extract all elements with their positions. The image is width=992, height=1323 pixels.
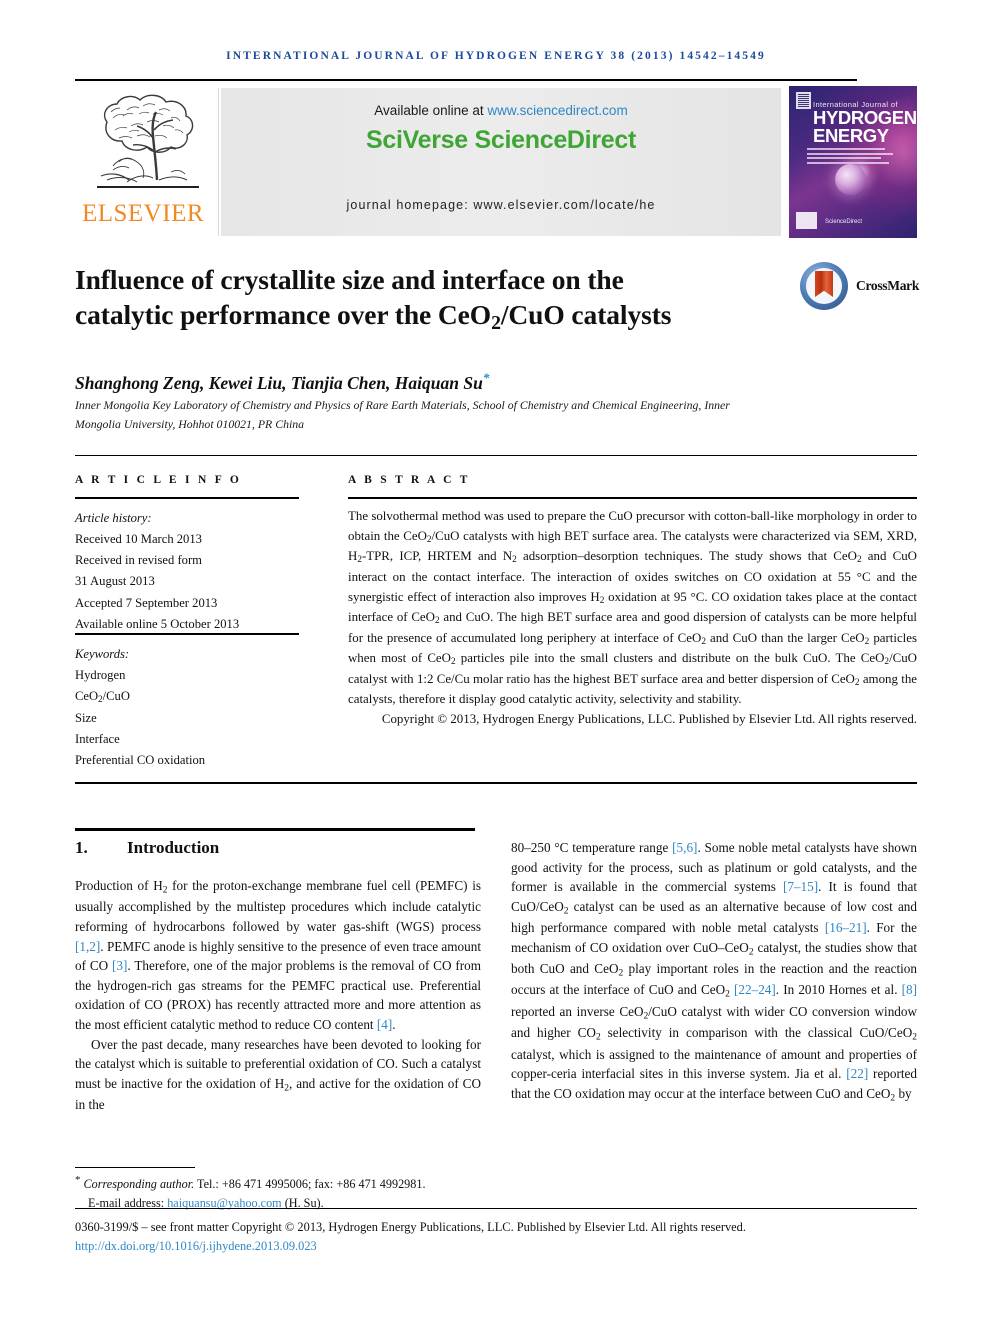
citation-link[interactable]: [1,2] xyxy=(75,939,100,954)
available-online-label: Available online at xyxy=(374,103,488,118)
elsevier-logo: ELSEVIER xyxy=(75,88,219,236)
footnote-divider xyxy=(75,1167,195,1168)
sciencedirect-banner: ELSEVIER Available online at www.science… xyxy=(75,86,917,238)
abstract-block: The solvothermal method was used to prep… xyxy=(348,507,917,730)
divider-under-abstract-head xyxy=(348,497,917,499)
corresponding-author-line: * Corresponding author. Tel.: +86 471 49… xyxy=(75,1172,555,1194)
available-online-line: Available online at www.sciencedirect.co… xyxy=(221,103,781,118)
title-subscript: 2 xyxy=(491,311,501,334)
author-list: Shanghong Zeng, Kewei Liu, Tianjia Chen,… xyxy=(75,370,835,394)
elsevier-wordmark: ELSEVIER xyxy=(81,200,205,227)
keyword-item: Preferential CO oxidation xyxy=(75,753,206,768)
divider-under-article-info xyxy=(75,497,299,499)
sciencedirect-word: ScienceDirect xyxy=(474,126,637,154)
abstract-text: The solvothermal method was used to prep… xyxy=(348,509,917,707)
body-column-right: 80–250 °C temperature range [5,6]. Some … xyxy=(511,838,917,1105)
keywords-label: Keywords: xyxy=(75,647,130,661)
divider-above-info xyxy=(75,455,917,456)
email-line: E-mail address: haiquansu@yahoo.com (H. … xyxy=(75,1194,555,1213)
history-item: Accepted 7 September 2013 xyxy=(75,595,218,610)
citation-link[interactable]: [3] xyxy=(112,958,127,973)
elsevier-tree-icon xyxy=(83,92,211,196)
paper-title-text: Influence of crystallite size and interf… xyxy=(75,262,775,336)
affiliation-text: Inner Mongolia Key Laboratory of Chemist… xyxy=(75,398,730,432)
citation-link[interactable]: [22] xyxy=(846,1066,868,1081)
cover-editors-lines xyxy=(807,148,911,166)
corresponding-author-label: Corresponding author. xyxy=(83,1177,195,1192)
title-line-2-post: /CuO catalysts xyxy=(500,299,672,331)
keyword-item: Size xyxy=(75,710,97,725)
history-item: Available online 5 October 2013 xyxy=(75,616,240,631)
footer-block: 0360-3199/$ – see front matter Copyright… xyxy=(75,1218,917,1255)
footer-divider xyxy=(75,1208,917,1209)
corresponding-author-note: * Corresponding author. Tel.: +86 471 49… xyxy=(75,1172,555,1213)
citation-link[interactable]: [16–21] xyxy=(825,920,867,935)
sciverse-word: SciVerse xyxy=(366,126,475,154)
running-head: International Journal of Hydrogen Energy… xyxy=(75,50,917,62)
issn-copyright-line: 0360-3199/$ – see front matter Copyright… xyxy=(75,1220,746,1234)
sciverse-sciencedirect-logo: SciVerse ScienceDirect xyxy=(221,126,781,155)
citation-link[interactable]: [8] xyxy=(902,982,917,997)
journal-homepage-line[interactable]: journal homepage: www.elsevier.com/locat… xyxy=(221,198,781,212)
keyword-item: CeO2/CuO xyxy=(75,689,130,705)
cover-orb-decoration xyxy=(835,164,866,195)
footnote-marker: * xyxy=(75,1174,81,1186)
paper-page: International Journal of Hydrogen Energy… xyxy=(0,0,992,1323)
abstract-heading: A B S T R A C T xyxy=(348,474,471,486)
corresponding-author-marker: * xyxy=(482,370,490,385)
divider-below-abstract xyxy=(75,782,917,784)
history-item: Received 10 March 2013 xyxy=(75,532,202,547)
crossmark-label: CrossMark xyxy=(856,278,920,293)
page-title: Influence of crystallite size and interf… xyxy=(75,262,775,336)
intro-paragraph-1: Production of H2 for the proton-exchange… xyxy=(75,878,481,1032)
corresponding-author-contact: Tel.: +86 471 4995006; fax: +86 471 4992… xyxy=(194,1177,426,1192)
intro-paragraph-2: Over the past decade, many researches ha… xyxy=(75,1036,481,1113)
citation-link[interactable]: [4] xyxy=(377,1017,392,1032)
introduction-number: 1. xyxy=(75,838,88,857)
journal-cover-image: International Journal of HYDROGEN ENERGY… xyxy=(789,86,917,238)
header-rule xyxy=(75,79,857,81)
introduction-title: Introduction xyxy=(127,838,220,857)
intro-paragraph-3: 80–250 °C temperature range [5,6]. Some … xyxy=(511,840,918,1103)
crossmark-icon xyxy=(800,262,848,310)
doi-link[interactable]: http://dx.doi.org/10.1016/j.ijhydene.201… xyxy=(75,1237,917,1256)
body-column-left: Production of H2 for the proton-exchange… xyxy=(75,876,481,1115)
article-history-block: Article history: Received 10 March 2013 … xyxy=(75,508,305,635)
citation-link[interactable]: [5,6] xyxy=(672,840,697,855)
cover-big-title: HYDROGEN ENERGY xyxy=(813,107,917,146)
article-history-label: Article history: xyxy=(75,511,152,525)
sciencedirect-url-link[interactable]: www.sciencedirect.com xyxy=(487,103,627,118)
divider-above-introduction xyxy=(75,828,475,832)
cover-elsevier-mark-icon xyxy=(796,92,811,109)
keyword-item: Hydrogen xyxy=(75,668,126,683)
title-line-1: Influence of crystallite size and interf… xyxy=(75,264,624,295)
history-item: Received in revised form xyxy=(75,553,202,568)
author-names: Shanghong Zeng, Kewei Liu, Tianjia Chen,… xyxy=(75,372,483,393)
citation-link[interactable]: [7–15] xyxy=(783,879,818,894)
introduction-heading: 1. Introduction xyxy=(75,838,219,858)
abstract-copyright: Copyright © 2013, Hydrogen Energy Public… xyxy=(381,712,917,727)
running-head-text: International Journal of Hydrogen Energy… xyxy=(226,50,766,62)
title-line-2-pre: catalytic performance over the CeO xyxy=(75,299,492,331)
crossmark-badge[interactable]: CrossMark xyxy=(800,262,920,316)
cover-sciencedirect-label: ScienceDirect xyxy=(825,219,863,225)
keywords-block: Keywords: Hydrogen CeO2/CuO Size Interfa… xyxy=(75,644,305,771)
history-item: 31 August 2013 xyxy=(75,574,155,589)
keyword-item: Interface xyxy=(75,731,120,746)
sciencedirect-box: Available online at www.sciencedirect.co… xyxy=(221,88,781,236)
citation-link[interactable]: [22–24] xyxy=(734,982,776,997)
cover-bottom-logo-icon xyxy=(796,212,817,229)
article-info-heading: A R T I C L E I N F O xyxy=(75,474,242,486)
